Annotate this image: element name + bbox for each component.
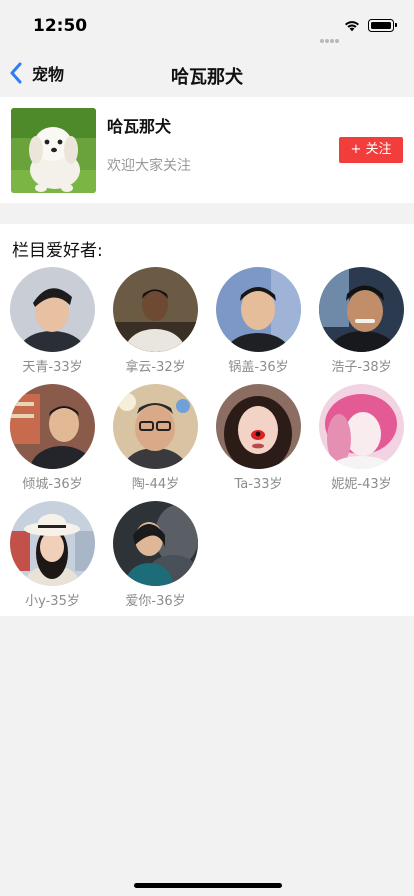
dog-photo-icon (11, 108, 96, 193)
fan-label: 锅盖-36岁 (228, 360, 289, 375)
avatar (319, 384, 404, 469)
fan-label: 拿云-32岁 (125, 360, 186, 375)
avatar (10, 384, 95, 469)
fan-item[interactable]: Ta-33岁 (207, 384, 307, 494)
profile-name: 哈瓦那犬 (107, 117, 172, 136)
fan-label: 天青-33岁 (22, 360, 83, 375)
avatar (113, 267, 198, 352)
avatar (319, 267, 404, 352)
fan-item[interactable]: 爱你-36岁 (104, 501, 204, 611)
fan-item[interactable]: 倾城-36岁 (1, 384, 101, 494)
fan-item[interactable]: 浩子-38岁 (310, 267, 410, 377)
status-bar: 12:50 (0, 0, 414, 50)
fan-label: 小y-35岁 (25, 594, 80, 609)
fan-item[interactable]: 小y-35岁 (1, 501, 101, 611)
fan-item[interactable]: 锅盖-36岁 (207, 267, 307, 377)
avatar (10, 501, 95, 586)
avatar (216, 267, 301, 352)
profile-card: 哈瓦那犬 欢迎大家关注 + 关注 (0, 97, 414, 203)
page-title: 哈瓦那犬 (171, 67, 243, 88)
avatar (10, 267, 95, 352)
battery-icon (368, 19, 397, 32)
fan-label: 妮妮-43岁 (331, 477, 392, 492)
fan-label: 爱你-36岁 (125, 594, 186, 609)
avatar (113, 501, 198, 586)
section-title: 栏目爱好者: (12, 241, 103, 261)
fan-item[interactable]: 拿云-32岁 (104, 267, 204, 377)
fan-label: 倾城-36岁 (22, 477, 83, 492)
profile-description: 欢迎大家关注 (107, 158, 191, 174)
follow-button[interactable]: + 关注 (339, 137, 403, 163)
wifi-icon (345, 21, 359, 32)
status-time: 12:50 (33, 16, 88, 36)
avatar (113, 384, 198, 469)
fan-item[interactable]: 妮妮-43岁 (310, 384, 410, 494)
fan-item[interactable]: 陶-44岁 (104, 384, 204, 494)
navigation-bar: 宠物 哈瓦那犬 (0, 50, 414, 96)
cellular-signal-icon (320, 28, 340, 43)
fan-label: 浩子-38岁 (331, 360, 392, 375)
fans-section: 栏目爱好者: 天青-33岁 拿云-32岁 锅盖-36岁 浩子-38岁 倾城-36… (0, 224, 414, 616)
fan-label: 陶-44岁 (131, 477, 180, 492)
avatar (216, 384, 301, 469)
fan-label: Ta-33岁 (234, 477, 283, 492)
fan-item[interactable]: 天青-33岁 (1, 267, 101, 377)
home-indicator[interactable] (134, 883, 282, 888)
profile-image (11, 108, 96, 193)
